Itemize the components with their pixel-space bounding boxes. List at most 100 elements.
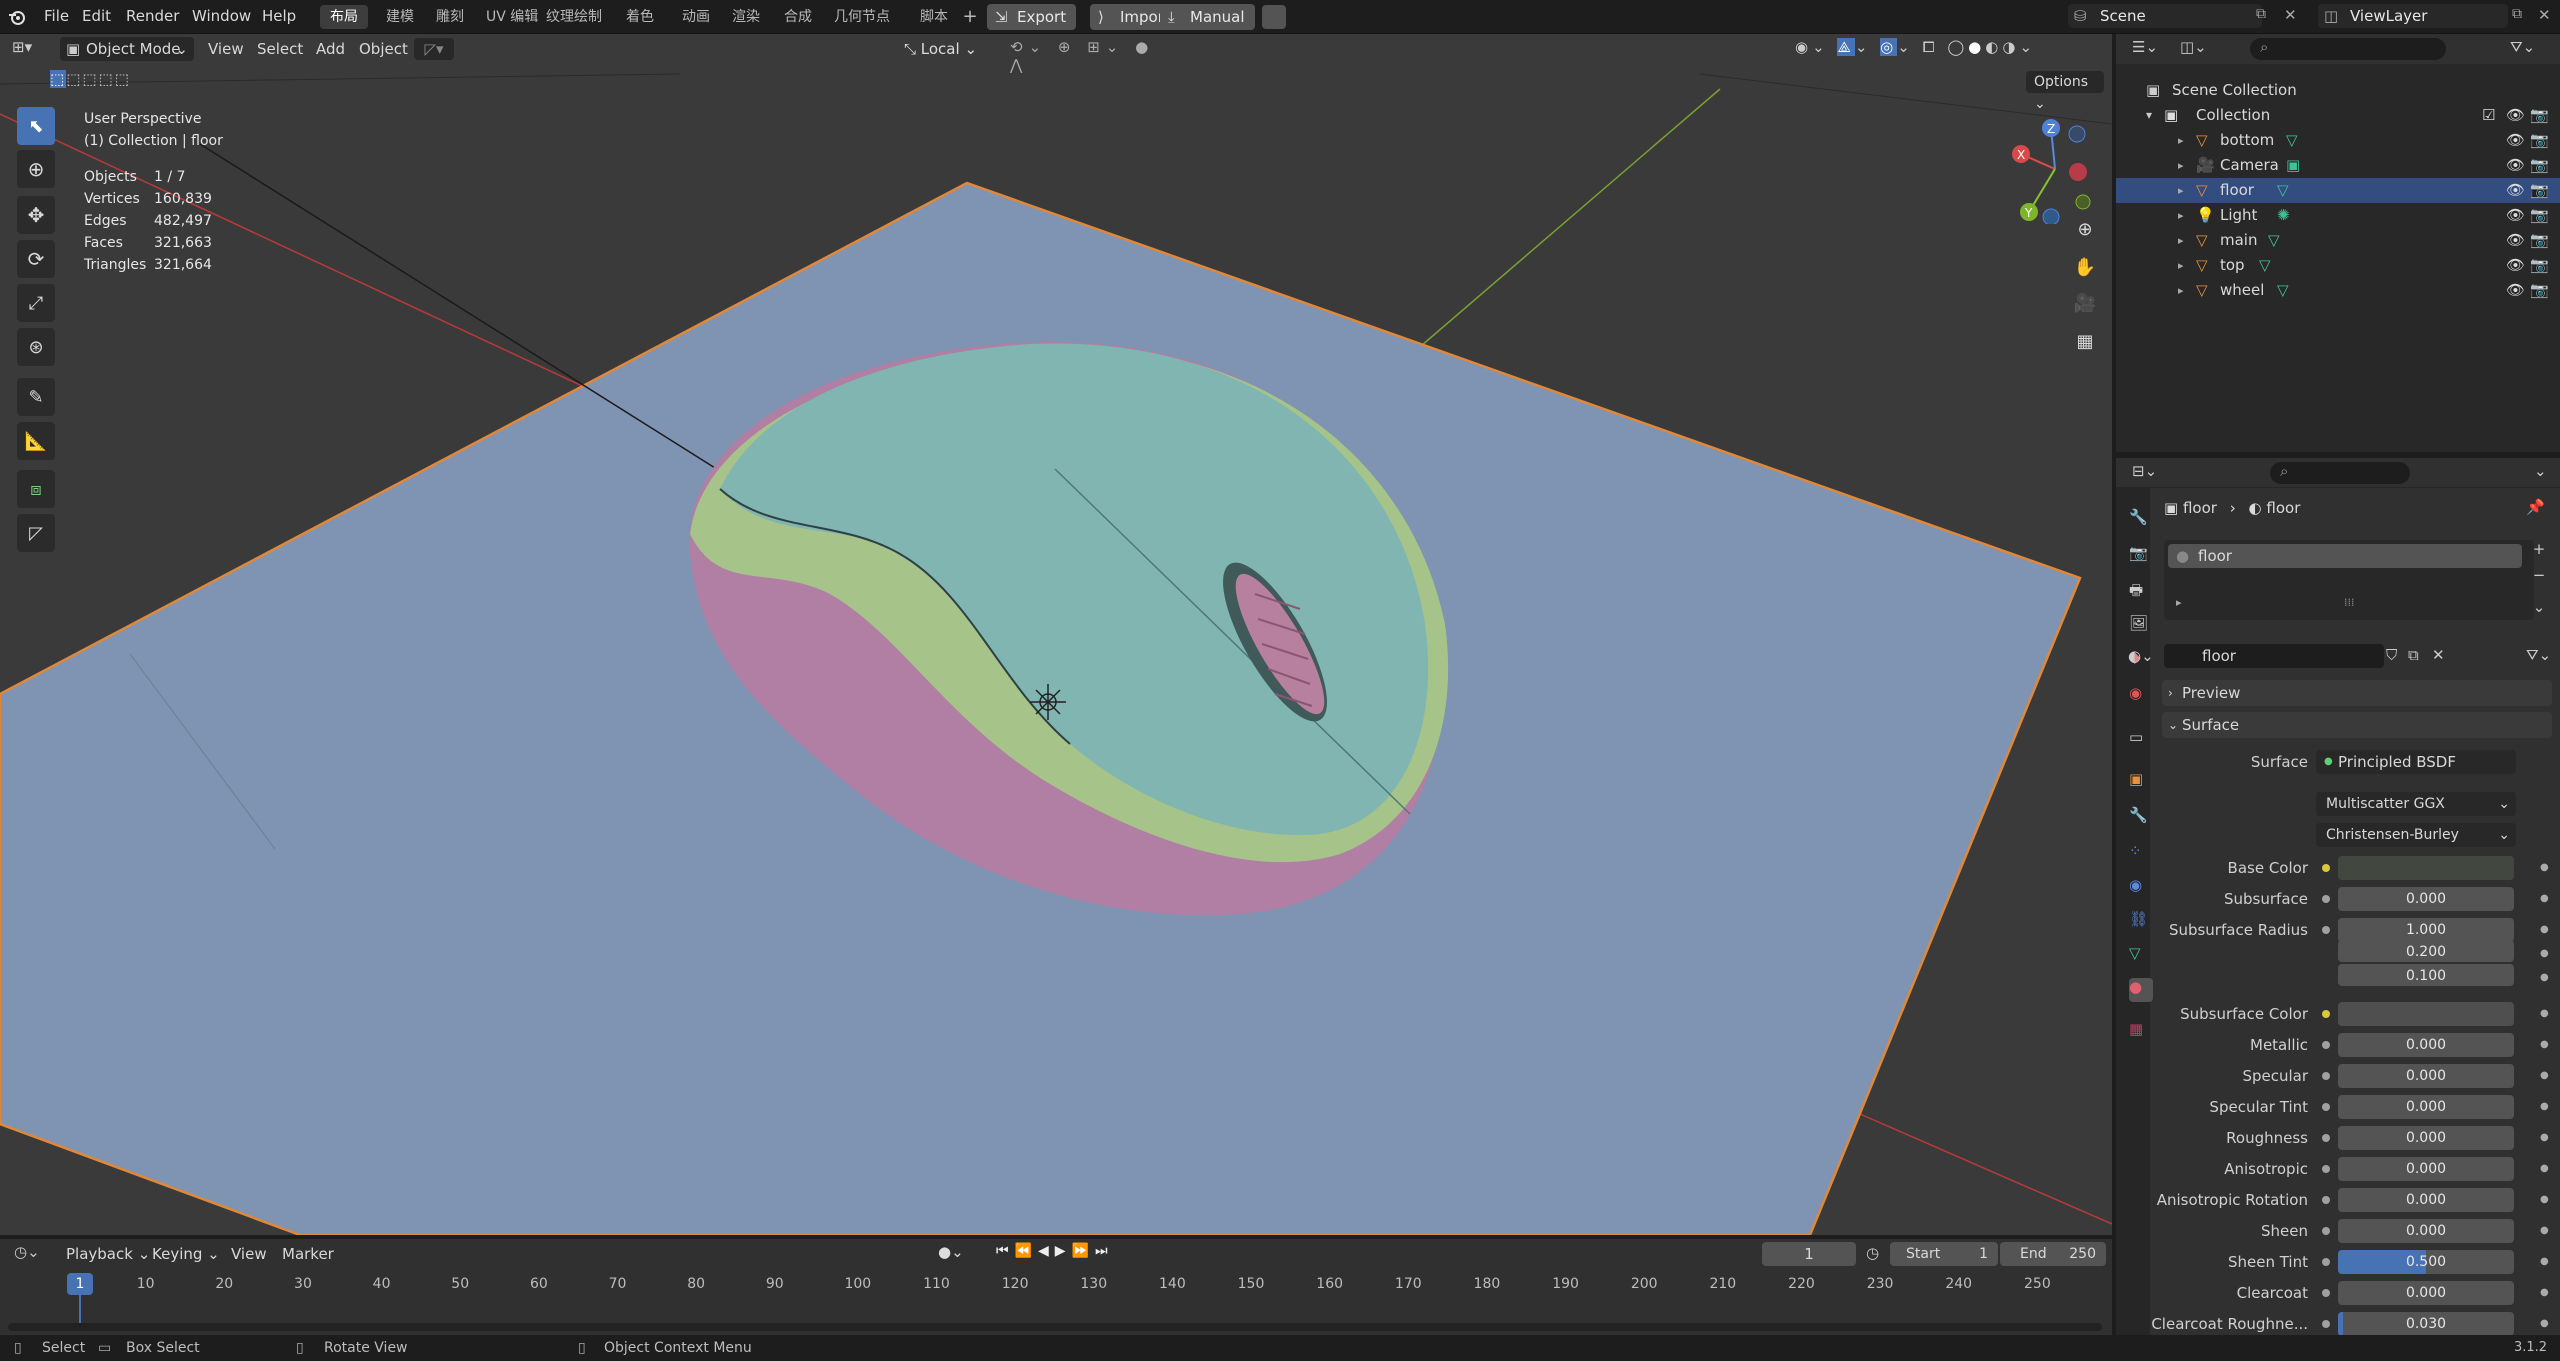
collection-tab-icon[interactable]: ▭ — [2129, 728, 2153, 752]
transform-orientation[interactable]: ⤡ Local ⌄ — [904, 37, 996, 61]
checkbox-icon[interactable]: ☑ — [2482, 103, 2495, 128]
export-button[interactable]: ⇲ Export — [987, 4, 1077, 30]
workspace-tab[interactable]: 合成 — [774, 5, 822, 29]
number-field[interactable]: 1.000 — [2338, 918, 2514, 942]
socket-icon[interactable] — [2322, 1165, 2330, 1173]
distribution-dropdown[interactable]: Multiscatter GGX ⌄ — [2316, 792, 2516, 816]
socket-icon[interactable] — [2322, 1258, 2330, 1266]
number-field[interactable]: 0.200 — [2338, 940, 2514, 962]
render-camera-icon[interactable]: 📷 — [2530, 103, 2549, 128]
eye-icon[interactable]: 👁 — [2506, 178, 2525, 203]
outliner-row-camera[interactable]: ▸ 🎥 Camera ▣ 👁 📷 — [2116, 153, 2560, 178]
menu-edit[interactable]: Edit — [82, 7, 111, 25]
socket-icon[interactable] — [2322, 1289, 2330, 1297]
new-scene-icon[interactable]: ⧉ — [2256, 6, 2276, 26]
timeline-scrollbar[interactable] — [8, 1323, 2102, 1331]
outliner-row-scene-collection[interactable]: ▣ Scene Collection — [2116, 78, 2560, 103]
keyframe-dot-icon[interactable]: ● — [2540, 1000, 2549, 1028]
outliner-editor-icon[interactable]: ☰⌄ — [2132, 38, 2158, 56]
zoom-icon[interactable]: ⊕ — [2070, 214, 2100, 244]
display-mode-icon[interactable]: ◫⌄ — [2180, 38, 2207, 56]
socket-icon[interactable] — [2322, 1320, 2330, 1328]
menu-render[interactable]: Render — [126, 7, 179, 25]
viewport-menu-object[interactable]: Object — [359, 37, 408, 61]
workspace-tab[interactable]: 脚本 — [910, 5, 958, 29]
material-tab-icon[interactable]: ● — [2129, 978, 2153, 1002]
data-tab-icon[interactable]: ▽ — [2129, 944, 2153, 968]
socket-icon[interactable] — [2322, 1072, 2330, 1080]
object-data-icon[interactable]: ✺ — [2277, 203, 2290, 228]
manual-button[interactable]: ⤓ Manual — [1160, 4, 1255, 30]
object-data-icon[interactable]: ▽ — [2286, 128, 2298, 153]
scale-tool[interactable]: ⤢ — [17, 284, 55, 322]
socket-icon[interactable] — [2322, 926, 2330, 934]
menu-file[interactable]: File — [44, 7, 69, 25]
expand-icon[interactable]: ▸ — [2178, 128, 2184, 153]
add-workspace-icon[interactable]: + — [962, 6, 978, 27]
slot-menu-icon[interactable]: ⌄ — [2526, 598, 2552, 624]
keyframe-dot-icon[interactable]: ● — [2540, 1279, 2549, 1307]
browse-material-icon[interactable]: ◐⌄ — [2128, 644, 2154, 668]
workspace-tab[interactable]: 建模 — [376, 5, 424, 29]
keyframe-dot-icon[interactable]: ● — [2540, 1093, 2549, 1121]
viewport-menu-add[interactable]: Add — [316, 37, 345, 61]
navigation-gizmo[interactable]: Z X Y — [2005, 114, 2105, 226]
render-camera-icon[interactable]: 📷 — [2530, 153, 2549, 178]
keyframe-dot-icon[interactable]: ● — [2540, 1062, 2549, 1090]
camera-view-icon[interactable]: 🎥 — [2070, 288, 2100, 318]
pan-hand-icon[interactable]: ✋ — [2070, 252, 2100, 282]
collapse-icon[interactable]: ▾ — [2146, 103, 2152, 128]
blender-logo-icon[interactable] — [8, 8, 26, 26]
snapping-controls[interactable]: ⟲⌄ ⊕ ⊞⌄ ● ⋀ — [1010, 38, 1180, 74]
keyframe-dot-icon[interactable]: ● — [2540, 1217, 2549, 1245]
number-field[interactable]: 0.000 — [2338, 1281, 2514, 1305]
socket-icon[interactable] — [2322, 1227, 2330, 1235]
keyframe-dot-icon[interactable]: ● — [2540, 885, 2549, 913]
keyframe-dot-icon[interactable]: ● — [2540, 854, 2549, 882]
eye-icon[interactable]: 👁 — [2506, 128, 2525, 153]
expand-icon[interactable]: ▸ — [2178, 278, 2184, 303]
gpencil-selector[interactable]: ◸▾ — [414, 38, 454, 60]
outliner-row-collection[interactable]: ▾ ▣ Collection ☑ 👁 📷 — [2116, 103, 2560, 128]
workspace-tab[interactable]: 几何节点 — [824, 5, 900, 29]
number-field[interactable]: 0.000 — [2338, 1126, 2514, 1150]
properties-editor-icon[interactable]: ⊟⌄ — [2132, 462, 2157, 480]
scene-selector[interactable]: ⛁ Scene — [2068, 4, 2262, 28]
render-camera-icon[interactable]: 📷 — [2530, 253, 2549, 278]
object-data-icon[interactable]: ▽ — [2277, 178, 2289, 203]
number-field[interactable]: 0.000 — [2338, 1188, 2514, 1212]
ortho-grid-icon[interactable]: ▦ — [2070, 326, 2100, 356]
modifier-tab-icon[interactable]: 🔧 — [2129, 806, 2153, 830]
render-camera-icon[interactable]: 📷 — [2530, 128, 2549, 153]
socket-icon[interactable] — [2322, 1103, 2330, 1111]
extra-tool[interactable]: ◸ — [17, 514, 55, 552]
menu-window[interactable]: Window — [192, 7, 251, 25]
outliner-row-top[interactable]: ▸ ▽ top ▽ 👁 📷 — [2116, 253, 2560, 278]
view-layer-selector[interactable]: ◫ ViewLayer — [2318, 4, 2508, 28]
mode-selector[interactable]: ▣ Object Mode ⌄ — [60, 37, 194, 61]
pin-icon[interactable]: 📌 — [2526, 498, 2545, 516]
delete-view-layer-icon[interactable]: ✕ — [2538, 6, 2558, 26]
number-field[interactable]: 0.030 — [2338, 1312, 2514, 1336]
folder-icon[interactable] — [1262, 5, 1286, 29]
outliner-row-wheel[interactable]: ▸ ▽ wheel ▽ 👁 📷 — [2116, 278, 2560, 303]
fake-user-icon[interactable]: ⛉ — [2386, 646, 2397, 664]
eye-icon[interactable]: 👁 — [2506, 153, 2525, 178]
keyframe-dot-icon[interactable]: ● — [2540, 1186, 2549, 1214]
number-field[interactable]: 0.500 — [2338, 1250, 2514, 1274]
workspace-tab[interactable]: 雕刻 — [426, 5, 474, 29]
delete-scene-icon[interactable]: ✕ — [2284, 6, 2304, 26]
view-layer-tab-icon[interactable]: 🖼 — [2129, 614, 2153, 638]
annotate-tool[interactable]: ✎ — [17, 378, 55, 416]
render-camera-icon[interactable]: 📷 — [2530, 178, 2549, 203]
expand-icon[interactable]: ▸ — [2178, 203, 2184, 228]
shading-controls[interactable]: ◉⌄ ⟁⌄ ◎⌄ ⧠ ◯●◐◑⌄ — [1795, 38, 2105, 60]
transform-tool[interactable]: ⊛ — [17, 328, 55, 366]
number-field[interactable]: 0.000 — [2338, 1064, 2514, 1088]
tool-tab-icon[interactable]: 🔧 — [2129, 508, 2153, 532]
options-dropdown[interactable]: Options ⌄ — [2026, 71, 2104, 112]
object-data-icon[interactable]: ▣ — [2286, 153, 2300, 178]
chevron-down-icon[interactable]: ⌄ — [2534, 462, 2547, 480]
workspace-tab[interactable]: 着色 — [616, 5, 664, 29]
eye-icon[interactable]: 👁 — [2506, 253, 2525, 278]
